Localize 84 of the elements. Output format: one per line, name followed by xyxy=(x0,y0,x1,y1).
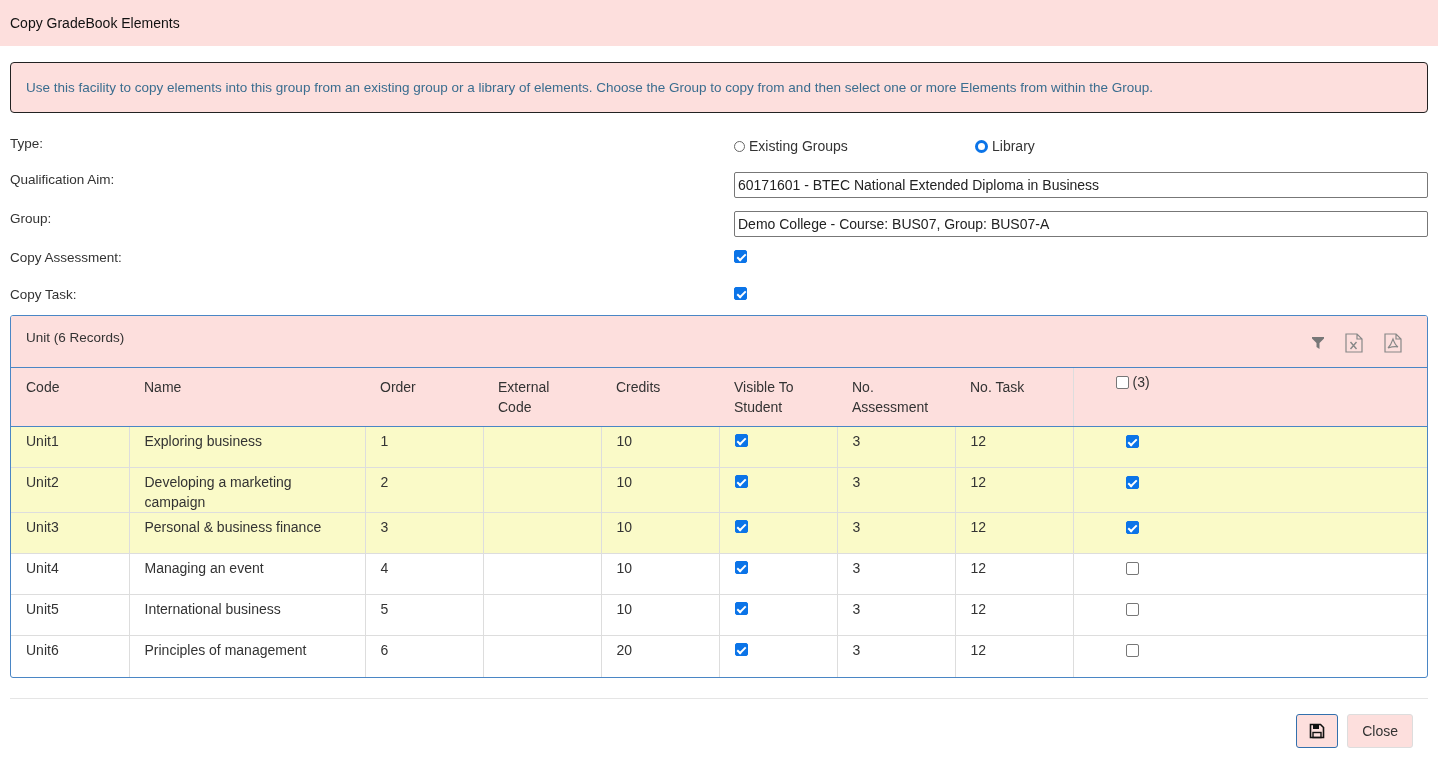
checkbox[interactable] xyxy=(734,602,748,615)
info-box: Use this facility to copy elements into this group from an existing group or a library of elements. Choose the Group to copy from and then select one or more Elements from within the Group. xyxy=(10,62,1428,113)
checkbox[interactable] xyxy=(1125,521,1139,534)
checkbox[interactable] xyxy=(1125,435,1139,448)
table-cell: Unit2 xyxy=(26,474,59,490)
table-cell: 1 xyxy=(380,433,389,449)
checkbox[interactable] xyxy=(1115,375,1129,389)
table-row[interactable]: Unit5 International business 5 10 3 12 xyxy=(11,594,1427,636)
column-header: Name xyxy=(129,368,365,427)
table-row[interactable]: Unit2 Developing a marketing campaign 2 10 3 12 xyxy=(11,467,1427,513)
checkbox[interactable] xyxy=(734,434,748,447)
table-cell: 6 xyxy=(380,642,389,658)
table-row[interactable]: Unit4 Managing an event 4 10 3 12 xyxy=(11,553,1427,595)
input-field[interactable]: Demo College - Course: BUS07, Group: BUS07-A xyxy=(734,211,1428,237)
close-button[interactable]: Close xyxy=(1347,713,1413,748)
table-cell: 10 xyxy=(616,519,633,535)
table-cell: 3 xyxy=(852,642,861,658)
table-row[interactable]: Unit1 Exploring business 1 10 3 12 xyxy=(11,426,1427,468)
column-header: Code xyxy=(11,368,129,427)
checkbox[interactable] xyxy=(1125,603,1139,616)
checkbox[interactable] xyxy=(734,250,747,263)
checkbox[interactable] xyxy=(734,643,748,656)
table-cell: 3 xyxy=(852,601,861,617)
column-header: Visible To Student xyxy=(719,368,837,427)
checkbox[interactable] xyxy=(734,475,748,488)
checkbox[interactable] xyxy=(734,520,748,533)
table-cell: 12 xyxy=(970,642,987,658)
table-cell: Personal & business finance xyxy=(144,519,322,535)
table-cell: 10 xyxy=(616,601,633,617)
table-cell: 10 xyxy=(616,433,633,449)
field-label: Type: xyxy=(10,135,45,151)
table-cell: Unit4 xyxy=(26,560,59,576)
field-label: Qualification Aim: xyxy=(10,171,116,187)
field-label: Copy Assessment: xyxy=(10,249,123,265)
column-header: External Code xyxy=(483,368,601,427)
column-header: No. Task xyxy=(955,368,1073,427)
column-header: Order xyxy=(365,368,483,427)
column-header: No. Assessment xyxy=(837,368,955,427)
table-cell: Developing a marketing campaign xyxy=(144,474,292,510)
table-cell: 12 xyxy=(970,601,987,617)
table-cell: 3 xyxy=(852,433,861,449)
panel-title: Unit (6 Records) xyxy=(26,330,125,345)
filter-icon[interactable] xyxy=(1312,336,1324,350)
radio-label[interactable]: Existing Groups xyxy=(749,138,848,154)
checkbox[interactable] xyxy=(1125,476,1139,489)
table-cell: 3 xyxy=(852,474,861,490)
table-cell: 5 xyxy=(380,601,389,617)
table-cell: 3 xyxy=(852,560,861,576)
column-header: Credits xyxy=(601,368,719,427)
table-cell: Unit3 xyxy=(26,519,59,535)
selected-count: (3) xyxy=(1132,373,1150,392)
table-cell: 12 xyxy=(970,560,987,576)
table-cell: International business xyxy=(144,601,281,617)
table-cell: 3 xyxy=(852,519,861,535)
table-cell: Exploring business xyxy=(144,433,262,449)
table-row[interactable]: Unit6 Principles of management 6 20 3 12 xyxy=(11,635,1427,677)
table-cell: 12 xyxy=(970,474,987,490)
table-cell: 3 xyxy=(380,519,389,535)
table-cell: 12 xyxy=(970,433,987,449)
table-cell: 10 xyxy=(616,560,633,576)
field-label: Copy Task: xyxy=(10,286,78,302)
table-cell: Unit1 xyxy=(26,433,59,449)
radio-label[interactable]: Library xyxy=(992,138,1035,154)
excel-file-icon[interactable] xyxy=(1345,333,1363,353)
table-cell: 2 xyxy=(380,474,389,490)
table-cell: 20 xyxy=(616,642,633,658)
checkbox[interactable] xyxy=(734,561,748,574)
dialog-title: Copy GradeBook Elements xyxy=(10,15,180,31)
input-field[interactable]: 60171601 - BTEC National Extended Diploma in Business xyxy=(734,172,1428,198)
field-label: Group: xyxy=(10,210,53,226)
table-cell: Principles of management xyxy=(144,642,307,658)
table-cell: 12 xyxy=(970,519,987,535)
table-cell: 10 xyxy=(616,474,633,490)
checkbox[interactable] xyxy=(1125,562,1139,575)
checkbox[interactable] xyxy=(1125,644,1139,657)
checkbox[interactable] xyxy=(734,287,747,300)
pdf-file-icon[interactable] xyxy=(1384,333,1402,353)
table-row[interactable]: Unit3 Personal & business finance 3 10 3 12 xyxy=(11,512,1427,554)
save-button[interactable] xyxy=(1296,713,1339,748)
table-cell: Managing an event xyxy=(144,560,264,576)
table-cell: 4 xyxy=(380,560,389,576)
radio-button[interactable] xyxy=(975,139,988,153)
table-cell: Unit6 xyxy=(26,642,59,658)
table-cell: Unit5 xyxy=(26,601,59,617)
